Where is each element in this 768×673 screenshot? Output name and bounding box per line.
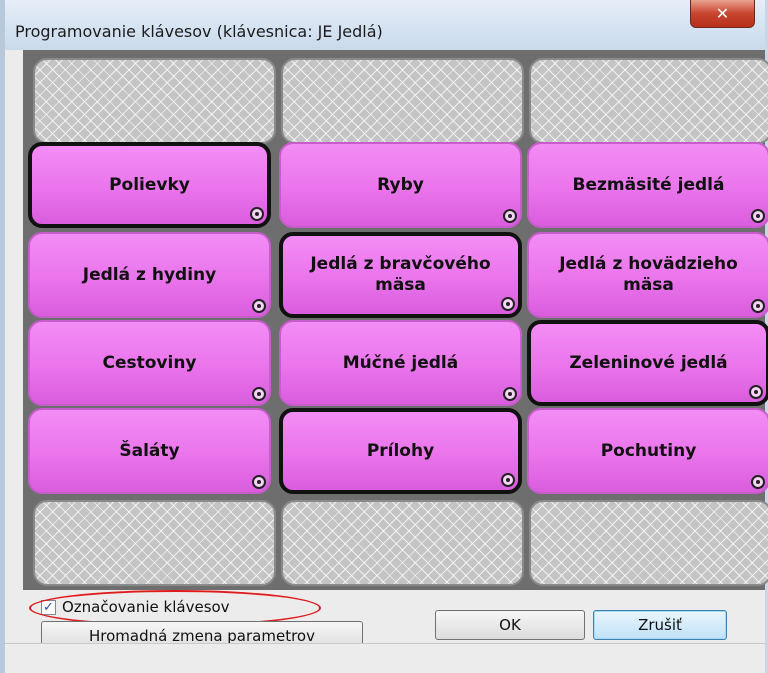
key-options-icon[interactable] — [751, 475, 765, 489]
key-options-icon[interactable] — [503, 209, 517, 223]
dialog-window: Programovanie klávesov (klávesnica: JE J… — [0, 0, 768, 673]
ok-label: OK — [499, 616, 521, 634]
key-jedla-z-hydiny[interactable]: Jedlá z hydiny — [28, 232, 271, 318]
key-ryby[interactable]: Ryby — [279, 142, 522, 228]
key-label: Šaláty — [119, 440, 180, 461]
key-jedla-z-bravcoveho-masa[interactable]: Jedlá z bravčového mäsa — [279, 232, 522, 318]
cancel-label: Zrušiť — [638, 616, 682, 634]
key-mucne-jedla[interactable]: Múčné jedlá — [279, 320, 522, 406]
key-label: Zeleninové jedlá — [569, 352, 728, 373]
empty-key-slot[interactable] — [281, 500, 524, 586]
key-prilohy[interactable]: Prílohy — [279, 408, 522, 494]
key-label: Pochutiny — [600, 440, 697, 461]
key-options-icon[interactable] — [749, 385, 763, 399]
key-label: Jedlá z hovädzieho mäsa — [559, 254, 738, 295]
ok-button[interactable]: OK — [435, 610, 585, 640]
key-options-icon[interactable] — [751, 299, 765, 313]
key-label: Polievky — [109, 174, 190, 195]
key-jedla-z-hovadzieho-masa[interactable]: Jedlá z hovädzieho mäsa — [527, 232, 768, 318]
key-label: Prílohy — [366, 440, 435, 461]
key-options-icon[interactable] — [252, 299, 266, 313]
key-label: Múčné jedlá — [342, 352, 459, 373]
key-label: Cestoviny — [102, 352, 197, 373]
key-options-icon[interactable] — [250, 207, 264, 221]
key-grid: Polievky Ryby Bezmäsité jedlá Jedlá z hy… — [23, 50, 768, 590]
empty-key-slot[interactable] — [281, 58, 524, 144]
key-options-icon[interactable] — [503, 387, 517, 401]
empty-key-slot[interactable] — [529, 500, 768, 586]
key-salaty[interactable]: Šaláty — [28, 408, 271, 494]
close-button[interactable]: ✕ — [690, 0, 755, 28]
title-bar: Programovanie klávesov (klávesnica: JE J… — [5, 0, 765, 50]
key-label: Jedlá z hydiny — [82, 264, 217, 285]
close-icon: ✕ — [715, 4, 730, 23]
empty-key-slot[interactable] — [33, 58, 276, 144]
empty-key-slot[interactable] — [33, 500, 276, 586]
key-options-icon[interactable] — [501, 297, 515, 311]
key-options-icon[interactable] — [252, 387, 266, 401]
key-label: Jedlá z bravčového mäsa — [310, 254, 491, 295]
key-options-icon[interactable] — [751, 209, 765, 223]
key-label: Bezmäsité jedlá — [572, 174, 725, 195]
key-label: Ryby — [377, 174, 424, 195]
key-options-icon[interactable] — [252, 475, 266, 489]
key-zeleninove-jedla[interactable]: Zeleninové jedlá — [527, 320, 768, 406]
window-title: Programovanie klávesov (klávesnica: JE J… — [15, 22, 383, 41]
key-cestoviny[interactable]: Cestoviny — [28, 320, 271, 406]
key-options-icon[interactable] — [501, 473, 515, 487]
cancel-button[interactable]: Zrušiť — [593, 610, 727, 640]
key-polievky[interactable]: Polievky — [28, 142, 271, 228]
key-pochutiny[interactable]: Pochutiny — [527, 408, 768, 494]
empty-key-slot[interactable] — [529, 58, 768, 144]
key-bezmasite-jedla[interactable]: Bezmäsité jedlá — [527, 142, 768, 228]
status-bar — [5, 643, 765, 673]
